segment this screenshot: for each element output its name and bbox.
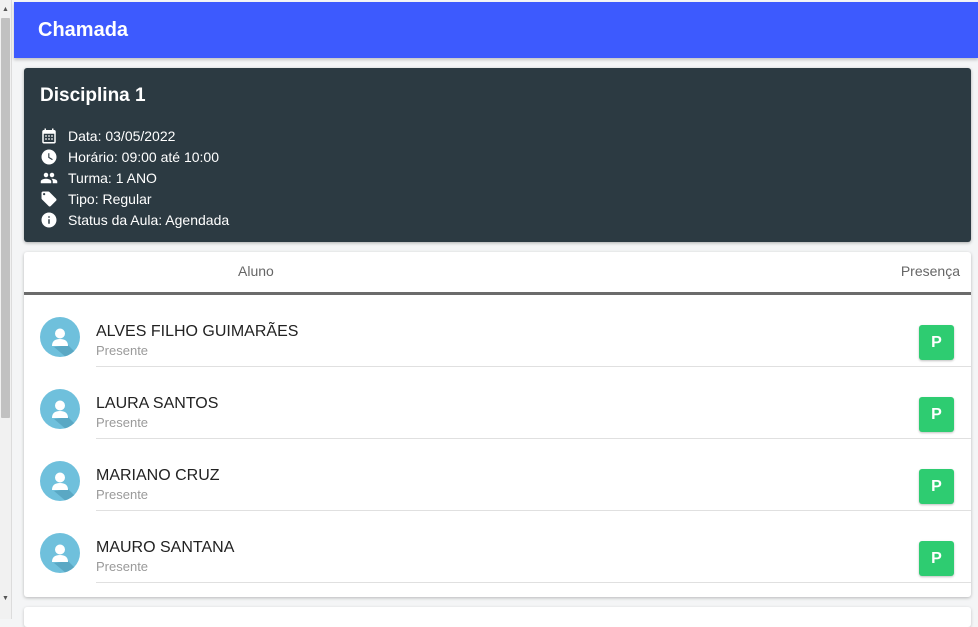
student-status: Presente	[96, 415, 149, 430]
app-title: Chamada	[38, 18, 129, 41]
class-info-card: Disciplina 1 Data: 03/05/2022 Horário: 0…	[24, 68, 971, 242]
class-details-list: Data: 03/05/2022 Horário: 09:00 até 10:0…	[40, 125, 229, 230]
present-button[interactable]: P	[919, 325, 954, 360]
student-row: LAURA SANTOS Presente P	[24, 367, 971, 439]
student-row: ALVES FILHO GUIMARÃES Presente P	[24, 295, 971, 367]
detail-time: Horário: 09:00 até 10:00	[40, 146, 229, 167]
detail-status-text: Status da Aula: Agendada	[68, 211, 230, 228]
column-header-presence: Presença	[900, 263, 960, 279]
people-icon	[40, 172, 58, 183]
detail-class-text: Turma: 1 ANO	[68, 169, 157, 186]
student-avatar-icon	[40, 389, 80, 429]
present-button[interactable]: P	[919, 469, 954, 504]
student-name: ALVES FILHO GUIMARÃES	[96, 323, 299, 340]
calendar-icon	[42, 128, 56, 143]
present-button[interactable]: P	[919, 541, 954, 576]
student-row: MAURO SANTANA Presente P	[24, 511, 971, 583]
scroll-up-arrow-icon[interactable]: ▲	[0, 4, 11, 16]
student-status: Presente	[96, 559, 149, 574]
info-icon	[41, 212, 57, 227]
student-avatar-icon	[40, 461, 80, 501]
student-name: MAURO SANTANA	[96, 539, 235, 556]
app-bar: Chamada	[14, 2, 978, 58]
tag-icon	[41, 191, 57, 206]
student-avatar-icon	[40, 317, 80, 357]
detail-status: Status da Aula: Agendada	[40, 209, 229, 230]
class-title: Disciplina 1	[40, 85, 146, 106]
student-row: MARIANO CRUZ Presente P	[24, 439, 971, 511]
student-status: Presente	[96, 343, 149, 358]
detail-type: Tipo: Regular	[40, 188, 229, 209]
column-header-student: Aluno	[238, 263, 274, 279]
clock-icon	[41, 149, 57, 164]
student-avatar-icon	[40, 533, 80, 573]
student-status: Presente	[96, 487, 149, 502]
attendance-table: Aluno Presença ALVES FILHO GUIMARÃES Pre…	[24, 252, 971, 597]
detail-time-text: Horário: 09:00 até 10:00	[68, 148, 219, 165]
present-button[interactable]: P	[919, 397, 954, 432]
scroll-down-arrow-icon[interactable]: ▼	[0, 593, 11, 605]
scroll-thumb[interactable]	[1, 18, 10, 418]
detail-date-text: Data: 03/05/2022	[68, 127, 176, 144]
detail-class: Turma: 1 ANO	[40, 167, 229, 188]
table-header: Aluno Presença	[24, 252, 971, 295]
next-card	[24, 607, 971, 627]
detail-type-text: Tipo: Regular	[68, 190, 152, 207]
detail-date: Data: 03/05/2022	[40, 125, 229, 146]
row-divider	[96, 582, 971, 583]
student-name: MARIANO CRUZ	[96, 467, 220, 484]
main-content: Chamada Disciplina 1 Data: 03/05/2022 Ho…	[14, 2, 978, 627]
student-name: LAURA SANTOS	[96, 395, 219, 412]
vertical-scrollbar[interactable]: ▲ ▼	[0, 0, 12, 619]
